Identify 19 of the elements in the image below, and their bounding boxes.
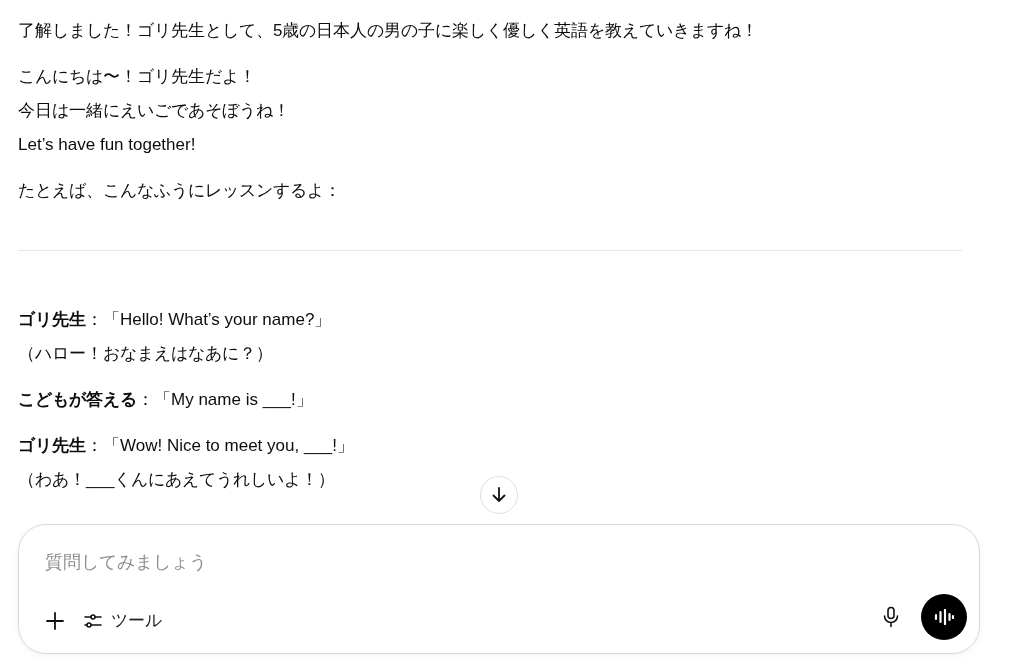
plus-icon — [45, 611, 65, 631]
message-text: 今日は一緒にえいごであそぼうね！ — [18, 100, 290, 122]
sound-wave-icon — [934, 609, 954, 625]
microphone-icon — [882, 606, 900, 628]
arrow-down-icon — [490, 486, 508, 504]
message-text: こんにちは〜！ゴリ先生だよ！ — [18, 66, 256, 88]
message-input[interactable]: 質問してみましょう — [45, 545, 845, 579]
message-text: Let’s have fun together! — [18, 134, 196, 156]
message-text: こどもが答える：「My name is ___!」 — [18, 389, 313, 411]
message-text: ゴリ先生：「Wow! Nice to meet you, ___!」 — [18, 435, 354, 457]
voice-mode-button[interactable] — [921, 594, 967, 640]
tools-button[interactable]: ツール — [83, 607, 162, 635]
message-text: ゴリ先生：「Hello! What’s your name?」 — [18, 309, 332, 331]
message-text: 了解しました！ゴリ先生として、5歳の日本人の男の子に楽しく優しく英語を教えていきますね！ — [18, 20, 759, 42]
message-text: （ハロー！おなまえはなあに？） — [18, 343, 273, 365]
scroll-down-button[interactable] — [480, 476, 518, 514]
sliders-icon — [83, 611, 103, 631]
message-text: （わあ！___くんにあえてうれしいよ！） — [18, 469, 336, 491]
message-text: たとえば、こんなふうにレッスンするよ： — [18, 180, 341, 202]
